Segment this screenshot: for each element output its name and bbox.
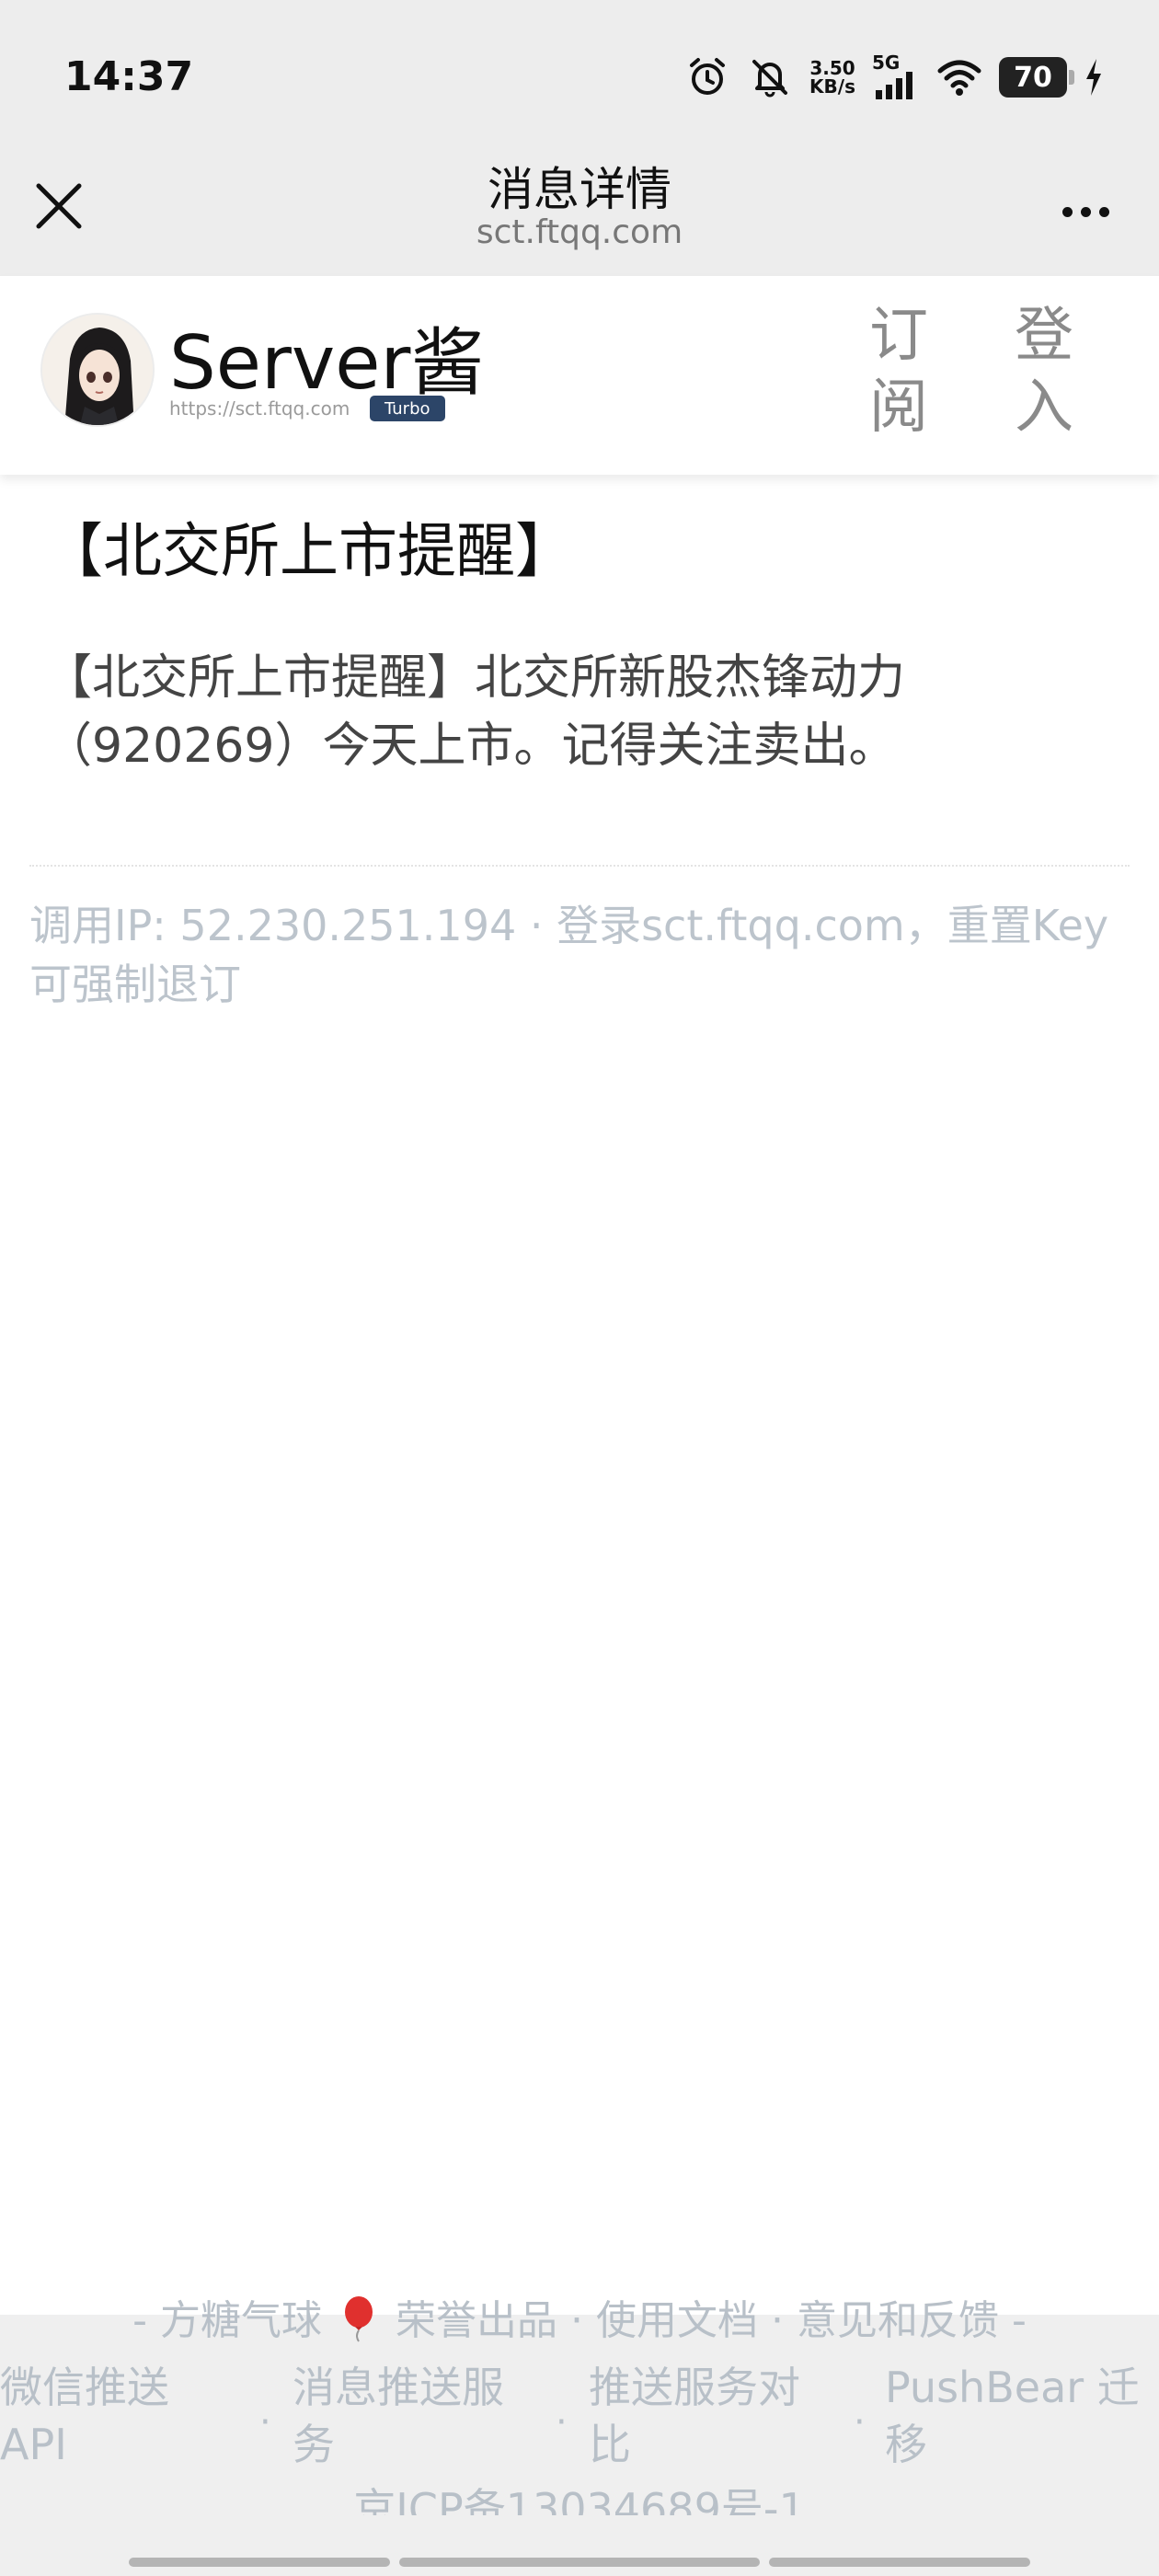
status-bar: 14:37 3.50 KB/s 5G 70 [0, 0, 1159, 147]
message-title: 【北交所上市提醒】 [44, 518, 574, 586]
balloon-icon [345, 2296, 373, 2342]
nav-subscribe-link[interactable]: 订阅 [866, 300, 931, 443]
charging-icon [1086, 59, 1101, 96]
message-body: 【北交所上市提醒】北交所新股杰锋动力（920269）今天上市。记得关注卖出。 [44, 650, 906, 774]
net-speed: 3.50 KB/s [809, 57, 855, 98]
alarm-icon [690, 58, 726, 95]
footer-links: 微信推送API · 消息推送服务 · 推送服务对比 · PushBear 迁移 [0, 2359, 1159, 2478]
title-bar: 消息详情 sct.ftqq.com [0, 147, 1159, 276]
mute-icon [752, 60, 788, 98]
site-header: Server酱 https://sct.ftqq.com Turbo 订阅 登入 [0, 276, 1159, 475]
credit-prefix: - 方糖气球 [132, 2297, 322, 2344]
site-logo-text[interactable]: Server酱 [169, 304, 484, 410]
signal-icon: 5G [872, 52, 920, 99]
feedback-link[interactable]: 意见和反馈 [797, 2297, 999, 2344]
footer-separator: · [556, 2401, 568, 2444]
turbo-badge: Turbo [370, 396, 445, 421]
footer-link-wechat-api[interactable]: 微信推送API [0, 2359, 212, 2473]
footer-separator: · [854, 2401, 866, 2444]
status-time: 14:37 [64, 53, 194, 100]
home-indicator [399, 2558, 760, 2567]
docs-link[interactable]: 使用文档 [596, 2297, 758, 2344]
page-domain: sct.ftqq.com [476, 213, 683, 251]
site-url: https://sct.ftqq.com [169, 397, 350, 420]
battery-icon: 70 [999, 57, 1074, 98]
avatar[interactable] [40, 313, 155, 427]
home-indicator [769, 2558, 1030, 2567]
icp-license[interactable]: 京ICP备13034689号-1 [0, 2480, 1159, 2515]
more-options-icon[interactable] [1049, 184, 1122, 239]
page-title: 消息详情 [488, 163, 671, 216]
message-meta: 调用IP: 52.230.251.194 · 登录sct.ftqq.com，重置… [29, 901, 1109, 1009]
nav-login-link[interactable]: 登入 [1012, 300, 1076, 443]
footer-link-push-service[interactable]: 消息推送服务 [293, 2359, 504, 2473]
home-indicator [129, 2558, 390, 2567]
footer-credits: - 方糖气球 荣誉出品 · 使用文档 · 意见和反馈 - [132, 2296, 1027, 2344]
footer-link-pushbear[interactable]: PushBear 迁移 [885, 2359, 1152, 2473]
content-divider [29, 865, 1130, 867]
footer-separator: · [259, 2401, 271, 2444]
wifi-icon [937, 60, 981, 96]
footer-link-compare[interactable]: 推送服务对比 [589, 2359, 800, 2473]
status-icons: 3.50 KB/s 5G 70 [684, 52, 1104, 101]
credit-suffix: 荣誉出品 [396, 2297, 557, 2344]
